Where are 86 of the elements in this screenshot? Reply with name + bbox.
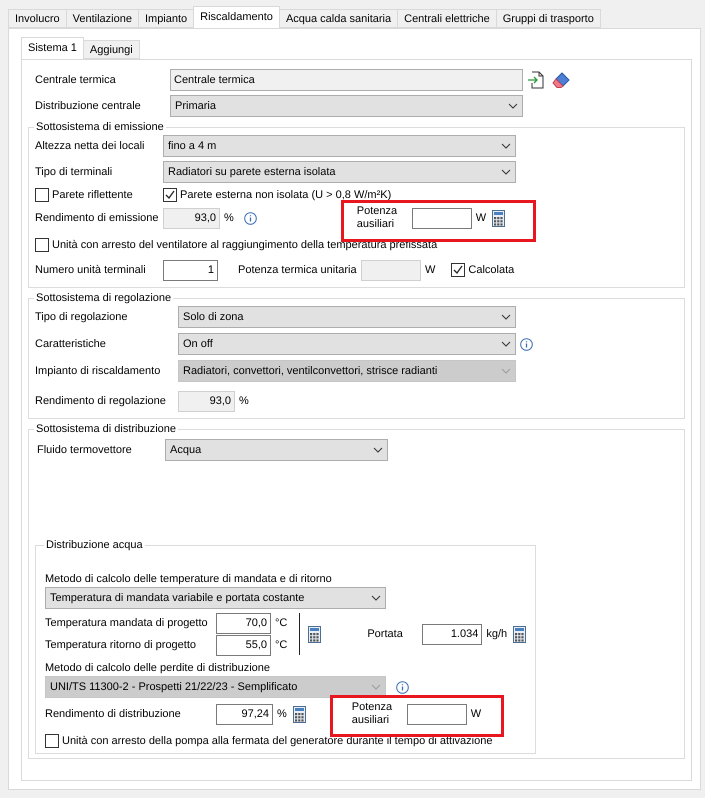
checkbox-label: Parete riflettente xyxy=(52,189,133,201)
field-label: Metodo di calcolo delle perdite di distribuzione xyxy=(45,662,270,674)
tab[interactable]: Ventilazione xyxy=(66,9,139,28)
chevron-down-icon xyxy=(501,169,511,175)
unit-label: kg/h xyxy=(486,628,508,640)
checkbox-label: Unità con arresto del ventilatore al raggiungimento della temperatura prefissata xyxy=(52,239,438,251)
tab[interactable]: Centrali elettriche xyxy=(397,9,497,28)
tab[interactable]: Involucro xyxy=(8,9,67,28)
tab[interactable]: Sistema 1 xyxy=(21,37,84,59)
dropdown[interactable]: On off xyxy=(178,333,516,355)
field-label: Rendimento di distribuzione xyxy=(45,708,182,720)
chevron-down-icon xyxy=(371,684,381,690)
field-label: Tipo di regolazione xyxy=(35,311,129,323)
unit-label: % xyxy=(239,395,249,407)
field-label: Potenza termica unitaria xyxy=(238,264,358,276)
input-field[interactable]: 97,24 xyxy=(216,704,273,724)
group-title: Sottosistema di regolazione xyxy=(35,292,172,304)
tab[interactable]: Riscaldamento xyxy=(193,6,280,28)
input-field[interactable]: 93,0 xyxy=(178,390,235,412)
calculator-icon[interactable] xyxy=(308,626,322,642)
dropdown[interactable]: fino a 4 m xyxy=(163,135,516,157)
chevron-down-icon xyxy=(501,314,511,320)
chevron-down-icon xyxy=(501,143,511,149)
checkbox[interactable] xyxy=(163,188,177,202)
checkbox-label: Calcolata xyxy=(468,264,514,276)
input-field[interactable]: 70,0 xyxy=(216,612,271,634)
input-field[interactable]: 1 xyxy=(163,260,218,280)
checkbox[interactable] xyxy=(35,188,49,202)
group-title: Distribuzione acqua xyxy=(45,539,144,551)
import-document-icon[interactable] xyxy=(528,71,544,89)
field-label: Numero unità terminali xyxy=(35,264,147,276)
chevron-down-icon xyxy=(508,103,518,109)
dropdown[interactable]: Primaria xyxy=(170,95,523,117)
unit-label: W xyxy=(425,264,436,276)
unit-label: W xyxy=(476,212,486,224)
unit-label: °C xyxy=(275,617,288,629)
group-title: Sottosistema di distribuzione xyxy=(35,423,178,435)
field-label: Distribuzione centrale xyxy=(34,100,142,112)
field-label: Temperatura ritorno di progetto xyxy=(45,639,198,651)
field-label: Caratteristiche xyxy=(35,338,107,350)
input-field[interactable] xyxy=(412,208,472,228)
tab[interactable]: Acqua calda sanitaria xyxy=(278,9,398,28)
calculator-icon[interactable] xyxy=(492,210,506,226)
checkbox[interactable] xyxy=(45,734,59,748)
field-label: Altezza netta dei locali xyxy=(35,140,146,152)
info-icon[interactable] xyxy=(520,338,533,350)
input-field[interactable]: Centrale termica xyxy=(170,69,523,91)
dropdown[interactable]: Acqua xyxy=(165,439,388,461)
chevron-down-icon xyxy=(373,447,383,453)
tab[interactable]: Gruppi di trasporto xyxy=(496,9,601,28)
field-label: Rendimento di emissione xyxy=(35,212,160,224)
calculator-icon[interactable] xyxy=(292,706,306,722)
dropdown[interactable]: Solo di zona xyxy=(178,306,516,328)
input-field[interactable]: 1.034 xyxy=(422,624,482,644)
info-icon[interactable] xyxy=(396,680,409,694)
field-label: Centrale termica xyxy=(34,74,117,86)
checkbox[interactable] xyxy=(35,238,49,252)
tab[interactable]: Aggiungi xyxy=(82,40,140,59)
input-field[interactable] xyxy=(406,704,467,724)
field-label: Potenza ausiliari xyxy=(356,205,398,231)
field-label: Rendimento di regolazione xyxy=(35,395,167,407)
field-label: Impianto di riscaldamento xyxy=(35,365,162,377)
eraser-icon[interactable] xyxy=(552,72,570,88)
field-label: Portata xyxy=(367,628,404,640)
field-label: Metodo di calcolo delle temperature di mandata e di ritorno xyxy=(45,572,332,584)
unit-label: W xyxy=(470,708,482,720)
info-icon[interactable] xyxy=(244,212,257,224)
input-field[interactable]: 93,0 xyxy=(163,208,220,228)
group-title: Sottosistema di emissione xyxy=(35,121,165,133)
checkbox-label: Parete esterna non isolata (U > 0,8 W/m²K) xyxy=(180,189,392,201)
dropdown[interactable]: Radiatori su parete esterna isolata xyxy=(163,161,516,183)
dropdown[interactable]: Temperatura di mandata variabile e portata costante xyxy=(45,587,386,609)
checkbox[interactable] xyxy=(451,263,466,277)
input-field[interactable]: 55,0 xyxy=(216,634,271,656)
field-label: Fluido termovettore xyxy=(36,444,133,456)
field-label: Potenza ausiliari xyxy=(352,701,394,727)
unit-label: °C xyxy=(275,639,288,651)
field-label: Tipo di terminali xyxy=(35,166,114,178)
calculator-icon[interactable] xyxy=(513,626,526,642)
field-label: Temperatura mandata di progetto xyxy=(45,617,209,629)
chevron-down-icon xyxy=(501,341,511,347)
tab[interactable]: Impianto xyxy=(138,9,194,28)
chevron-down-icon xyxy=(501,368,511,374)
unit-label: % xyxy=(277,708,287,720)
unit-label: % xyxy=(224,212,234,224)
chevron-down-icon xyxy=(371,595,381,601)
